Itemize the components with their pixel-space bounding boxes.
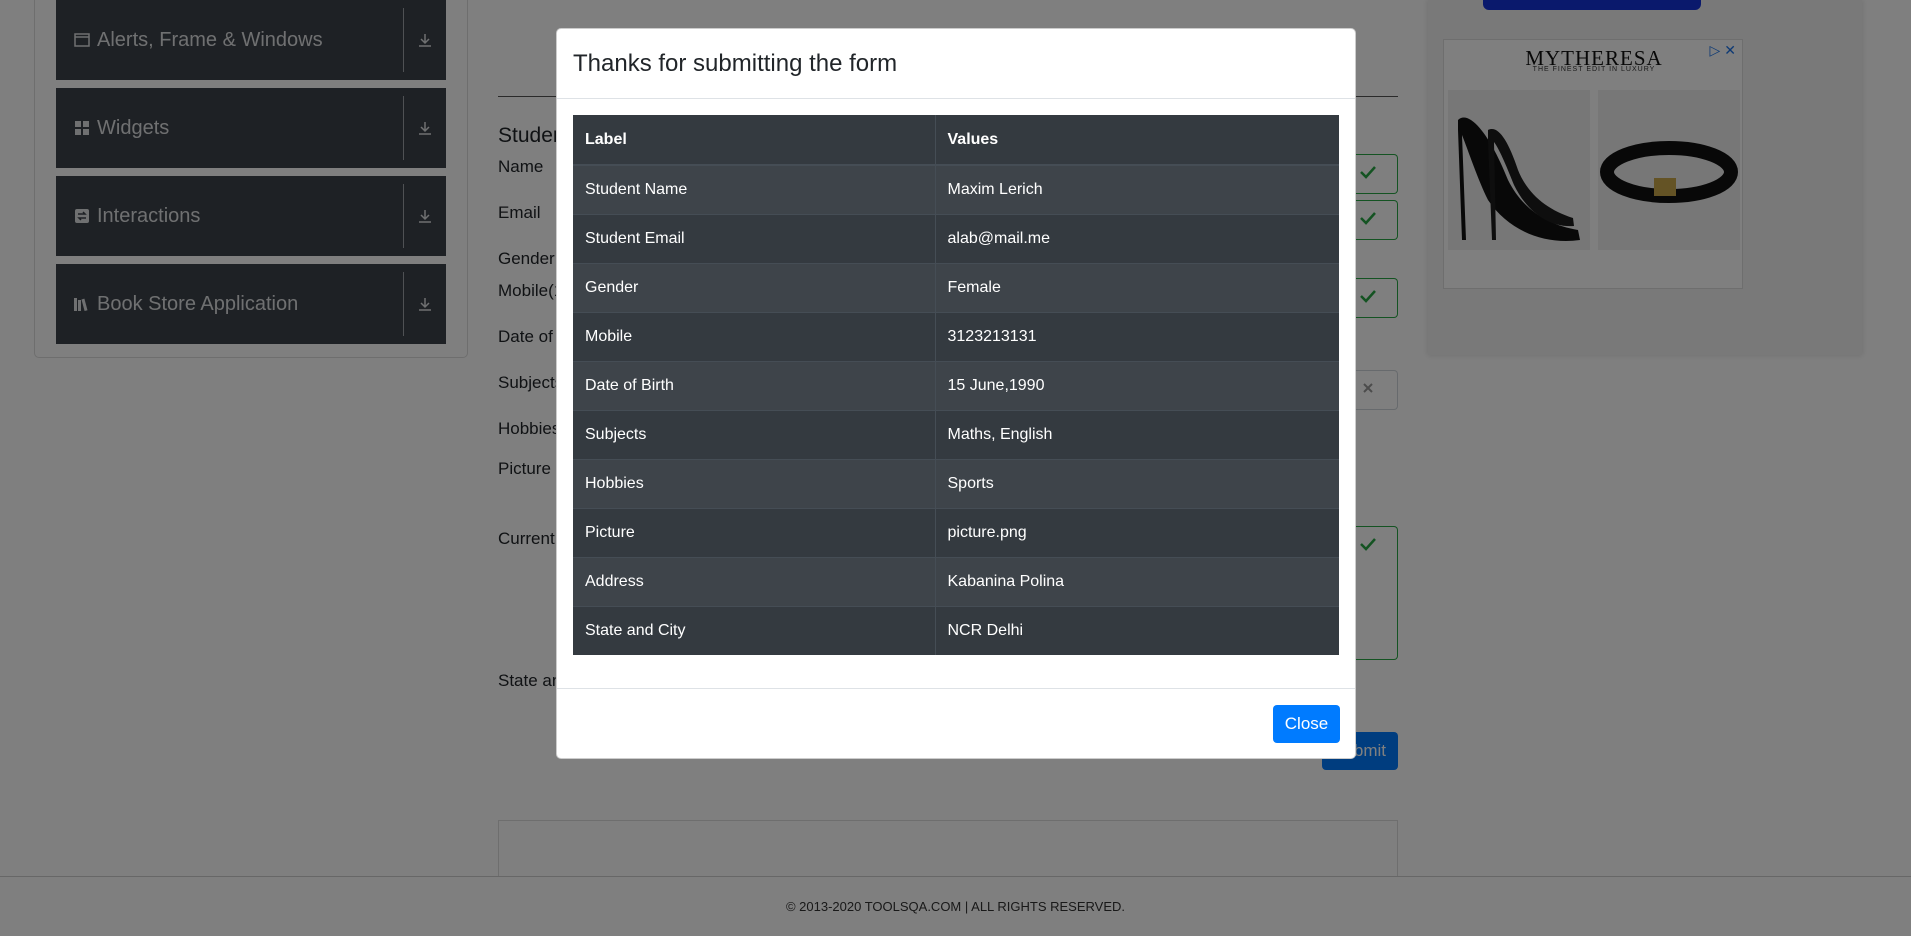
row-label: Date of Birth [573,360,936,410]
row-label: Picture [573,507,936,557]
submission-modal: Thanks for submitting the form Label Val… [556,28,1356,759]
row-value: 3123213131 [935,311,1339,361]
table-row: Subjects Maths, English [573,409,1339,459]
table-row: Address Kabanina Polina [573,556,1339,606]
row-label: Student Name [573,164,936,214]
table-header-row: Label Values [573,115,1339,166]
row-value: Sports [935,458,1339,508]
row-label: State and City [573,605,936,655]
modal-title: Thanks for submitting the form [573,49,898,77]
row-value: Maths, English [935,409,1339,459]
modal-body: Label Values Student Name Maxim Lerich St… [573,115,1339,655]
modal-header: Thanks for submitting the form [557,29,1355,99]
table-row: Date of Birth 15 June,1990 [573,360,1339,410]
row-value: Maxim Lerich [935,164,1339,214]
table-row: State and City NCR Delhi [573,605,1339,655]
row-label: Subjects [573,409,936,459]
row-value: NCR Delhi [935,605,1339,655]
close-button[interactable]: Close [1273,705,1340,743]
table-row: Picture picture.png [573,507,1339,557]
row-value: 15 June,1990 [935,360,1339,410]
row-value: alab@mail.me [935,213,1339,263]
results-table: Label Values Student Name Maxim Lerich St… [573,115,1339,655]
table-row: Gender Female [573,262,1339,312]
modal-footer: Close [557,688,1355,760]
table-row: Student Name Maxim Lerich [573,164,1339,214]
table-row: Student Email alab@mail.me [573,213,1339,263]
row-label: Mobile [573,311,936,361]
column-header-values: Values [935,115,1339,166]
row-value: Kabanina Polina [935,556,1339,606]
row-label: Address [573,556,936,606]
row-value: Female [935,262,1339,312]
column-header-label: Label [573,115,936,166]
row-label: Student Email [573,213,936,263]
row-value: picture.png [935,507,1339,557]
row-label: Hobbies [573,458,936,508]
row-label: Gender [573,262,936,312]
table-row: Hobbies Sports [573,458,1339,508]
table-row: Mobile 3123213131 [573,311,1339,361]
